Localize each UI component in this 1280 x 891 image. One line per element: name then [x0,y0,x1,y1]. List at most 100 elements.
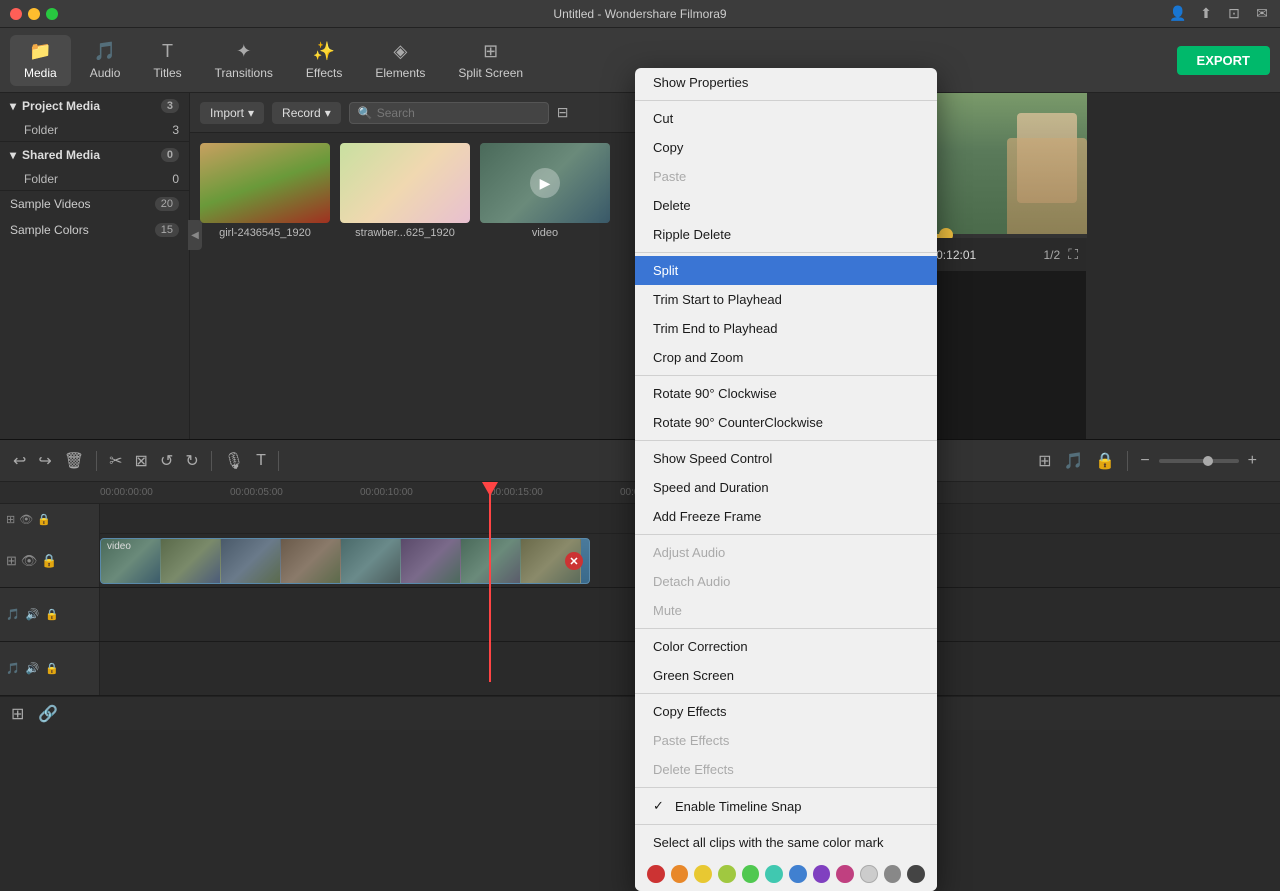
swatch-red[interactable] [647,865,665,883]
zoom-in-button[interactable]: + [1245,449,1260,473]
ctx-rotate-ccw[interactable]: Rotate 90° CounterClockwise [635,408,937,437]
preview-fullscreen-icon[interactable]: ⛶ [1066,244,1080,265]
rotate-left-button[interactable]: ↺ [157,448,176,474]
video-track-grid-icon[interactable]: ⊞ [6,553,17,569]
crop-button[interactable]: ⊠ [132,448,151,474]
audio-snap-button[interactable]: 🎵 [1060,448,1086,474]
minimize-button[interactable] [28,8,40,20]
audio-2-note-icon: 🎵 [6,662,20,675]
tab-titles[interactable]: T Titles [139,35,195,86]
swatch-green[interactable] [742,865,760,883]
ctx-trim-end[interactable]: Trim End to Playhead [635,314,937,343]
tab-audio[interactable]: 🎵 Audio [76,35,135,86]
ctx-rotate-cw[interactable]: Rotate 90° Clockwise [635,379,937,408]
track-lock-button[interactable]: 🔒 [1092,448,1118,474]
snap-check-icon: ✓ [653,798,667,814]
sidebar-collapse-arrow[interactable]: ◀ [188,220,202,250]
delete-button[interactable]: 🗑 [61,448,87,474]
ctx-speed-duration[interactable]: Speed and Duration [635,473,937,502]
import-button[interactable]: Import ▾ [200,102,264,124]
ctx-paste-effects: Paste Effects [635,726,937,755]
video-track-eye-icon[interactable]: 👁 [21,553,38,569]
ctx-show-properties[interactable]: Show Properties [635,68,937,97]
play-overlay: ▶ [530,168,560,198]
ctx-green-screen[interactable]: Green Screen [635,661,937,690]
rotate-right-button[interactable]: ↻ [182,448,201,474]
audio-1-lock-icon[interactable]: 🔒 [45,608,59,621]
ctx-show-speed[interactable]: Show Speed Control [635,444,937,473]
ctx-ripple-delete[interactable]: Ripple Delete [635,220,937,249]
tab-elements[interactable]: ◈ Elements [361,35,439,86]
account-icon[interactable]: 👤 [1170,6,1186,22]
sample-colors-item[interactable]: Sample Colors 15 [0,217,189,243]
ctx-enable-snap[interactable]: ✓ Enable Timeline Snap [635,791,937,821]
elements-tab-icon: ◈ [393,41,407,62]
ctx-freeze-frame[interactable]: Add Freeze Frame [635,502,937,531]
video-clip[interactable]: video ✕ [100,538,590,584]
ctx-copy-effects[interactable]: Copy Effects [635,697,937,726]
ctx-show-properties-label: Show Properties [653,75,748,90]
swatch-blue[interactable] [789,865,807,883]
swatch-mid-gray[interactable] [884,865,902,883]
export-button[interactable]: EXPORT [1177,46,1270,75]
swatch-pink[interactable] [836,865,854,883]
share-icon[interactable]: ⬆ [1198,6,1214,22]
track-eye-icon[interactable]: 👁 [19,513,33,526]
media-item-2[interactable]: ▶ video [480,143,610,239]
project-media-header[interactable]: ▾ Project Media 3 [0,93,189,119]
media-item-1[interactable]: strawber...625_1920 [340,143,470,239]
ctx-split[interactable]: Split [635,256,937,285]
close-button[interactable] [10,8,22,20]
add-track-icon[interactable]: ⊞ [8,701,27,727]
zoom-ratio[interactable]: 1/2 [1042,246,1063,264]
tab-split-screen[interactable]: ⊞ Split Screen [444,35,537,86]
snap-button[interactable]: ⊞ [1035,448,1054,474]
media-item-0[interactable]: girl-2436545_1920 [200,143,330,239]
playhead-marker[interactable] [482,482,498,496]
ctx-freeze-frame-label: Add Freeze Frame [653,509,761,524]
shared-media-header[interactable]: ▾ Shared Media 0 [0,142,189,168]
voiceover-button[interactable]: 🎙 [221,448,247,474]
tab-effects[interactable]: ✨ Effects [292,35,356,86]
window-icon[interactable]: ⊡ [1226,6,1242,22]
record-button[interactable]: Record ▾ [272,102,341,124]
ctx-delete[interactable]: Delete [635,191,937,220]
media-thumb-label-2: video [480,227,610,239]
text-button[interactable]: T [253,449,269,473]
swatch-light-gray[interactable] [860,865,878,883]
ctx-show-speed-label: Show Speed Control [653,451,772,466]
undo-button[interactable]: ↩ [10,448,29,474]
video-track-lock-icon[interactable]: 🔒 [41,553,57,569]
track-grid-icon[interactable]: ⊞ [6,513,15,526]
audio-1-volume-icon[interactable]: 🔊 [26,608,40,621]
ctx-crop-zoom[interactable]: Crop and Zoom [635,343,937,372]
swatch-purple[interactable] [813,865,831,883]
tab-media[interactable]: 📁 Media [10,35,71,86]
project-folder-item[interactable]: Folder 3 [0,119,189,141]
redo-button[interactable]: ↪ [35,448,54,474]
link-icon[interactable]: 🔗 [35,701,61,727]
filter-icon[interactable]: ⊟ [557,104,569,121]
ctx-copy[interactable]: Copy [635,133,937,162]
audio-2-lock-icon[interactable]: 🔒 [45,662,59,675]
audio-wave-icon: 🎵 [6,608,20,621]
track-lock-icon[interactable]: 🔒 [37,513,51,526]
swatch-teal[interactable] [765,865,783,883]
swatch-dark-gray[interactable] [907,865,925,883]
ctx-cut[interactable]: Cut [635,104,937,133]
swatch-orange[interactable] [671,865,689,883]
swatch-lime[interactable] [718,865,736,883]
sample-videos-item[interactable]: Sample Videos 20 [0,191,189,217]
ctx-color-correction[interactable]: Color Correction [635,632,937,661]
zoom-slider[interactable] [1159,459,1239,463]
maximize-button[interactable] [46,8,58,20]
ctx-trim-start[interactable]: Trim Start to Playhead [635,285,937,314]
audio-2-volume-icon[interactable]: 🔊 [26,662,40,675]
tab-transitions[interactable]: ✦ Transitions [201,35,287,86]
swatch-yellow[interactable] [694,865,712,883]
ctx-select-same-color[interactable]: Select all clips with the same color mar… [635,828,937,857]
message-icon[interactable]: ✉ [1254,6,1270,22]
shared-folder-item[interactable]: Folder 0 [0,168,189,190]
zoom-out-button[interactable]: − [1137,449,1152,473]
cut-button[interactable]: ✂ [106,448,125,474]
